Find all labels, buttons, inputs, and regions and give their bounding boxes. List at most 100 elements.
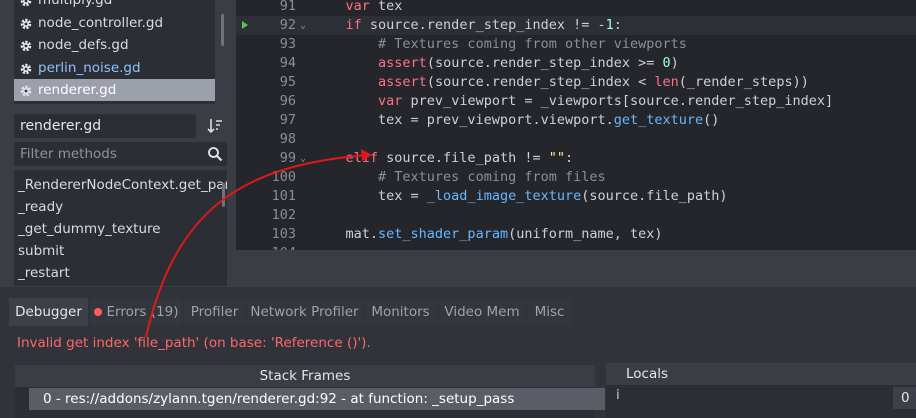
script-panel: multiply.gd node_controller.gd node_defs.g… [0, 0, 236, 287]
sort-methods-button[interactable] [204, 114, 226, 138]
fold-chevron-icon[interactable]: ⌄ [300, 149, 306, 168]
gear-icon [19, 38, 33, 52]
gear-icon [19, 61, 33, 75]
script-file-item[interactable]: renderer.gd [14, 79, 215, 101]
debugger-tab-bar: Debugger Errors (19) Profiler Network Profi… [9, 298, 916, 326]
tab-profiler[interactable]: Profiler [184, 298, 245, 326]
tab-label: Profiler [190, 304, 239, 320]
tab-monitors[interactable]: Monitors [364, 298, 437, 326]
error-message: Invalid get index 'file_path' (on base: … [17, 335, 371, 351]
code-line[interactable]: 94 assert(source.render_step_index >= 0) [236, 54, 916, 73]
method-list-item[interactable]: _get_dummy_texture [18, 218, 227, 240]
script-file-label: renderer.gd [38, 82, 117, 98]
script-file-item[interactable]: node_defs.gd [14, 34, 215, 56]
tab-debugger[interactable]: Debugger [9, 298, 88, 326]
code-text: tex = _load_image_texture(source.file_pa… [313, 188, 728, 204]
gear-icon [19, 0, 33, 7]
code-text: var tex [345, 0, 403, 14]
line-number: 96 [279, 93, 296, 109]
local-variable-name: i [616, 387, 620, 403]
tab-errors[interactable]: Errors (19) [90, 298, 182, 326]
code-line[interactable]: 99 ⌄ elif source.file_path != "": [236, 149, 916, 168]
tab-network-profiler[interactable]: Network Profiler [247, 298, 362, 326]
gear-icon [19, 83, 33, 97]
code-line[interactable]: 102 [236, 206, 916, 225]
method-list-item[interactable]: _ready [18, 196, 227, 218]
code-line[interactable]: 93 # Textures coming from other viewport… [236, 35, 916, 54]
line-number: 93 [279, 36, 296, 52]
stack-frame-row[interactable]: 0 - res://addons/zylann.tgen/renderer.gd… [29, 388, 605, 410]
script-file-item[interactable]: perlin_noise.gd [14, 57, 215, 79]
line-number: 91 [279, 0, 296, 14]
line-number: 100 [271, 169, 296, 185]
code-editor[interactable]: 91 var tex 92 ⌄ if source.render_step_inde… [236, 0, 916, 250]
code-line[interactable]: 101 tex = _load_image_texture(source.fil… [236, 187, 916, 206]
method-list-item[interactable]: submit [18, 240, 227, 262]
code-line[interactable]: 91 var tex [236, 0, 916, 16]
method-list: _RendererNodeContext.get_param_ready_get… [14, 170, 227, 286]
line-number: 99 [279, 150, 296, 166]
sort-icon [207, 119, 222, 134]
method-list-item[interactable]: _restart [18, 262, 227, 284]
code-line[interactable]: 92 ⌄ if source.render_step_index != -1: [236, 16, 916, 35]
current-script-label: renderer.gd [20, 118, 102, 134]
script-file-item[interactable]: node_controller.gd [14, 12, 215, 34]
code-text: if source.render_step_index != -1: [345, 17, 622, 33]
local-variable-value[interactable]: 0 [893, 387, 916, 409]
line-number: 97 [279, 112, 296, 128]
debugger-panel: Debugger Errors (19) Profiler Network Profi… [0, 287, 916, 418]
script-file-label: perlin_noise.gd [38, 59, 141, 76]
locals-header: Locals [606, 363, 916, 385]
local-variable-value-label: 0 [901, 390, 910, 406]
script-file-list: multiply.gd node_controller.gd node_defs.g… [14, 0, 215, 104]
error-indicator-icon [93, 308, 102, 316]
locals-header-label: Locals [626, 366, 669, 382]
tab-label: Network Profiler [250, 304, 359, 320]
code-text: mat.set_shader_param(uniform_name, tex) [313, 226, 663, 242]
script-file-label: multiply.gd [38, 0, 113, 8]
filter-placeholder: Filter methods [20, 146, 117, 162]
line-number: 103 [271, 226, 296, 242]
search-icon [208, 147, 223, 162]
code-text: # Textures coming from files [378, 169, 606, 185]
line-number: 95 [279, 74, 296, 90]
line-number: 101 [271, 188, 296, 204]
tab-video-mem[interactable]: Video Mem [439, 298, 525, 326]
stack-frames-header: Stack Frames [15, 365, 595, 387]
locals-panel: Locals i 0 [606, 363, 916, 418]
current-script-name: renderer.gd [14, 114, 196, 138]
tab-label: Misc [534, 304, 565, 320]
code-line[interactable]: 97 tex = prev_viewport.viewport.get_text… [236, 111, 916, 130]
method-list-item[interactable]: _RendererNodeContext.get_param [18, 174, 227, 196]
tab-label: Video Mem [444, 304, 520, 320]
line-number: 102 [271, 207, 296, 223]
code-text: tex = prev_viewport.viewport.get_texture… [313, 112, 720, 128]
code-text: elif source.file_path != "": [345, 150, 574, 166]
code-text: assert(source.render_step_index < len(_r… [378, 74, 809, 90]
editor-status-area [236, 250, 916, 287]
method-list-scrollbar[interactable] [222, 183, 225, 207]
file-list-scrollbar[interactable] [221, 14, 224, 46]
tab-label: Debugger [15, 304, 82, 320]
code-text: var prev_viewport = _viewports[source.re… [378, 93, 834, 109]
filter-methods-input[interactable]: Filter methods [14, 142, 227, 166]
line-number: 92 [279, 17, 296, 33]
code-text: assert(source.render_step_index >= 0) [378, 55, 679, 71]
tab-misc[interactable]: Misc [527, 298, 572, 326]
line-number: 98 [279, 131, 296, 147]
code-line[interactable]: 100 # Textures coming from files [236, 168, 916, 187]
code-line[interactable]: 95 assert(source.render_step_index < len… [236, 73, 916, 92]
script-file-label: node_controller.gd [38, 14, 164, 31]
code-line[interactable]: 96 var prev_viewport = _viewports[source… [236, 92, 916, 111]
tab-label: Monitors [371, 304, 430, 320]
code-text: # Textures coming from other viewports [378, 36, 687, 52]
code-line[interactable]: 98 [236, 130, 916, 149]
line-number: 94 [279, 55, 296, 71]
stack-frames-panel: Stack Frames 0 - res://addons/zylann.tge… [15, 365, 605, 418]
code-line[interactable]: 103 mat.set_shader_param(uniform_name, t… [236, 225, 916, 244]
stack-frame-label: 0 - res://addons/zylann.tgen/renderer.gd… [43, 391, 515, 407]
script-file-label: node_defs.gd [38, 37, 129, 53]
script-file-item[interactable]: multiply.gd [14, 0, 215, 11]
gear-icon [19, 16, 33, 30]
fold-chevron-icon[interactable]: ⌄ [300, 16, 306, 35]
